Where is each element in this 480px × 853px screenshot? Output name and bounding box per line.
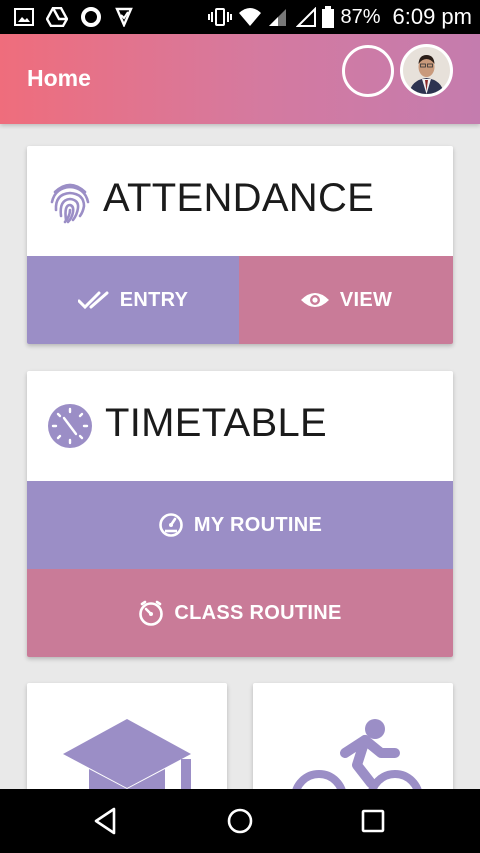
profile-photo-icon bbox=[403, 47, 450, 94]
class-routine-label: CLASS ROUTINE bbox=[174, 601, 342, 624]
class-routine-button[interactable]: CLASS ROUTINE bbox=[27, 569, 453, 657]
back-icon[interactable] bbox=[90, 805, 122, 837]
my-routine-button[interactable]: MY ROUTINE bbox=[27, 481, 453, 569]
entry-label: ENTRY bbox=[119, 288, 189, 311]
status-ring-button[interactable] bbox=[342, 45, 394, 97]
clock-icon bbox=[48, 404, 92, 448]
navigation-bar bbox=[0, 789, 480, 853]
page-title: Home bbox=[27, 65, 91, 91]
double-check-icon bbox=[77, 291, 109, 310]
timer-icon bbox=[139, 600, 164, 626]
attendance-card: ATTENDANCE ENTRY VIEW bbox=[27, 146, 453, 344]
attendance-header: ATTENDANCE bbox=[27, 146, 453, 256]
attendance-view-button[interactable]: VIEW bbox=[239, 256, 453, 344]
timetable-card: TIMETABLE MY ROUTINE CLASS ROUTINE bbox=[27, 371, 453, 657]
eye-icon bbox=[300, 293, 329, 307]
view-label: VIEW bbox=[339, 288, 393, 311]
signal-icon bbox=[269, 9, 287, 26]
attendance-entry-button[interactable]: ENTRY bbox=[27, 256, 239, 344]
app-bar: Home bbox=[0, 34, 480, 124]
vpn-check-icon bbox=[115, 7, 133, 27]
wifi-icon bbox=[239, 8, 262, 26]
signal-icon-2 bbox=[296, 7, 317, 27]
drive-icon bbox=[46, 7, 68, 27]
timetable-title: TIMETABLE bbox=[105, 401, 327, 445]
recents-icon[interactable] bbox=[357, 805, 389, 837]
gallery-icon bbox=[14, 8, 34, 26]
system-icons: 87% 6:09 pm bbox=[208, 4, 472, 30]
status-bar: 87% 6:09 pm bbox=[0, 0, 480, 34]
sync-circle-icon bbox=[81, 7, 101, 27]
timetable-header: TIMETABLE bbox=[27, 371, 453, 481]
battery-percent: 87% bbox=[340, 5, 381, 28]
attendance-title: ATTENDANCE bbox=[103, 176, 375, 220]
home-icon[interactable] bbox=[224, 805, 256, 837]
my-routine-label: MY ROUTINE bbox=[193, 513, 323, 536]
vibrate-icon bbox=[208, 8, 233, 26]
battery-icon bbox=[322, 6, 335, 28]
avatar[interactable] bbox=[400, 44, 453, 97]
speedometer-icon bbox=[159, 513, 183, 537]
clock: 6:09 pm bbox=[392, 4, 473, 29]
fingerprint-icon bbox=[50, 183, 90, 224]
notification-icons bbox=[14, 6, 134, 28]
